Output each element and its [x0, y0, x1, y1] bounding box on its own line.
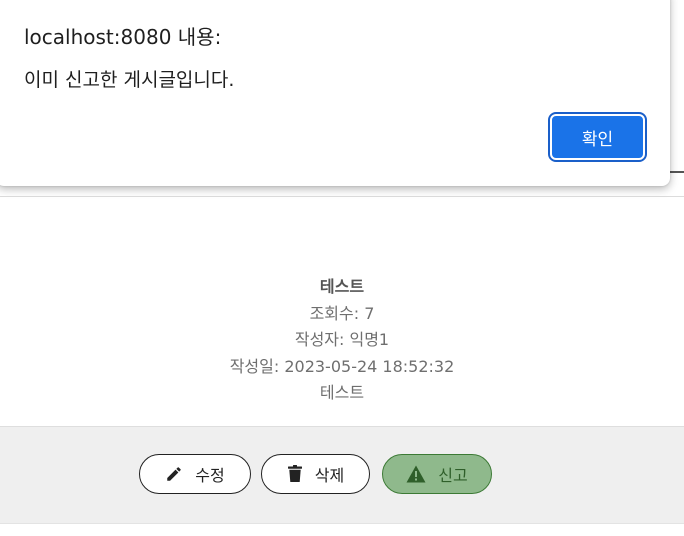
report-button-label: 신고 [438, 466, 468, 485]
delete-button[interactable]: 삭제 [261, 454, 370, 494]
post-author: 작성자: 익명1 [294, 330, 390, 349]
alert-dialog: localhost:8080 내용: 이미 신고한 게시글입니다. 확인 [0, 0, 670, 186]
post-action-bar: 수정 삭제 신고 [0, 426, 684, 524]
dialog-message: 이미 신고한 게시글입니다. [24, 69, 235, 91]
warning-icon [406, 465, 426, 483]
trash-icon [287, 465, 303, 483]
delete-button-label: 삭제 [314, 466, 345, 485]
content-divider [0, 196, 684, 197]
edit-button[interactable]: 수정 [139, 454, 251, 494]
post-views: 조회수: 7 [309, 303, 375, 323]
post-date: 작성일: 2023-05-24 18:52:32 [229, 356, 455, 376]
post-title: 테스트 [319, 277, 365, 296]
post-content: 테스트 [319, 383, 365, 402]
pencil-icon [165, 465, 183, 483]
report-button[interactable]: 신고 [382, 454, 492, 494]
post-detail: 테스트 조회수: 7 작성자: 익명1 작성일: 2023-05-24 18:5… [0, 274, 684, 407]
edit-button-label: 수정 [195, 466, 225, 485]
dialog-title: localhost:8080 내용: [24, 25, 222, 49]
confirm-button[interactable]: 확인 [548, 112, 647, 162]
